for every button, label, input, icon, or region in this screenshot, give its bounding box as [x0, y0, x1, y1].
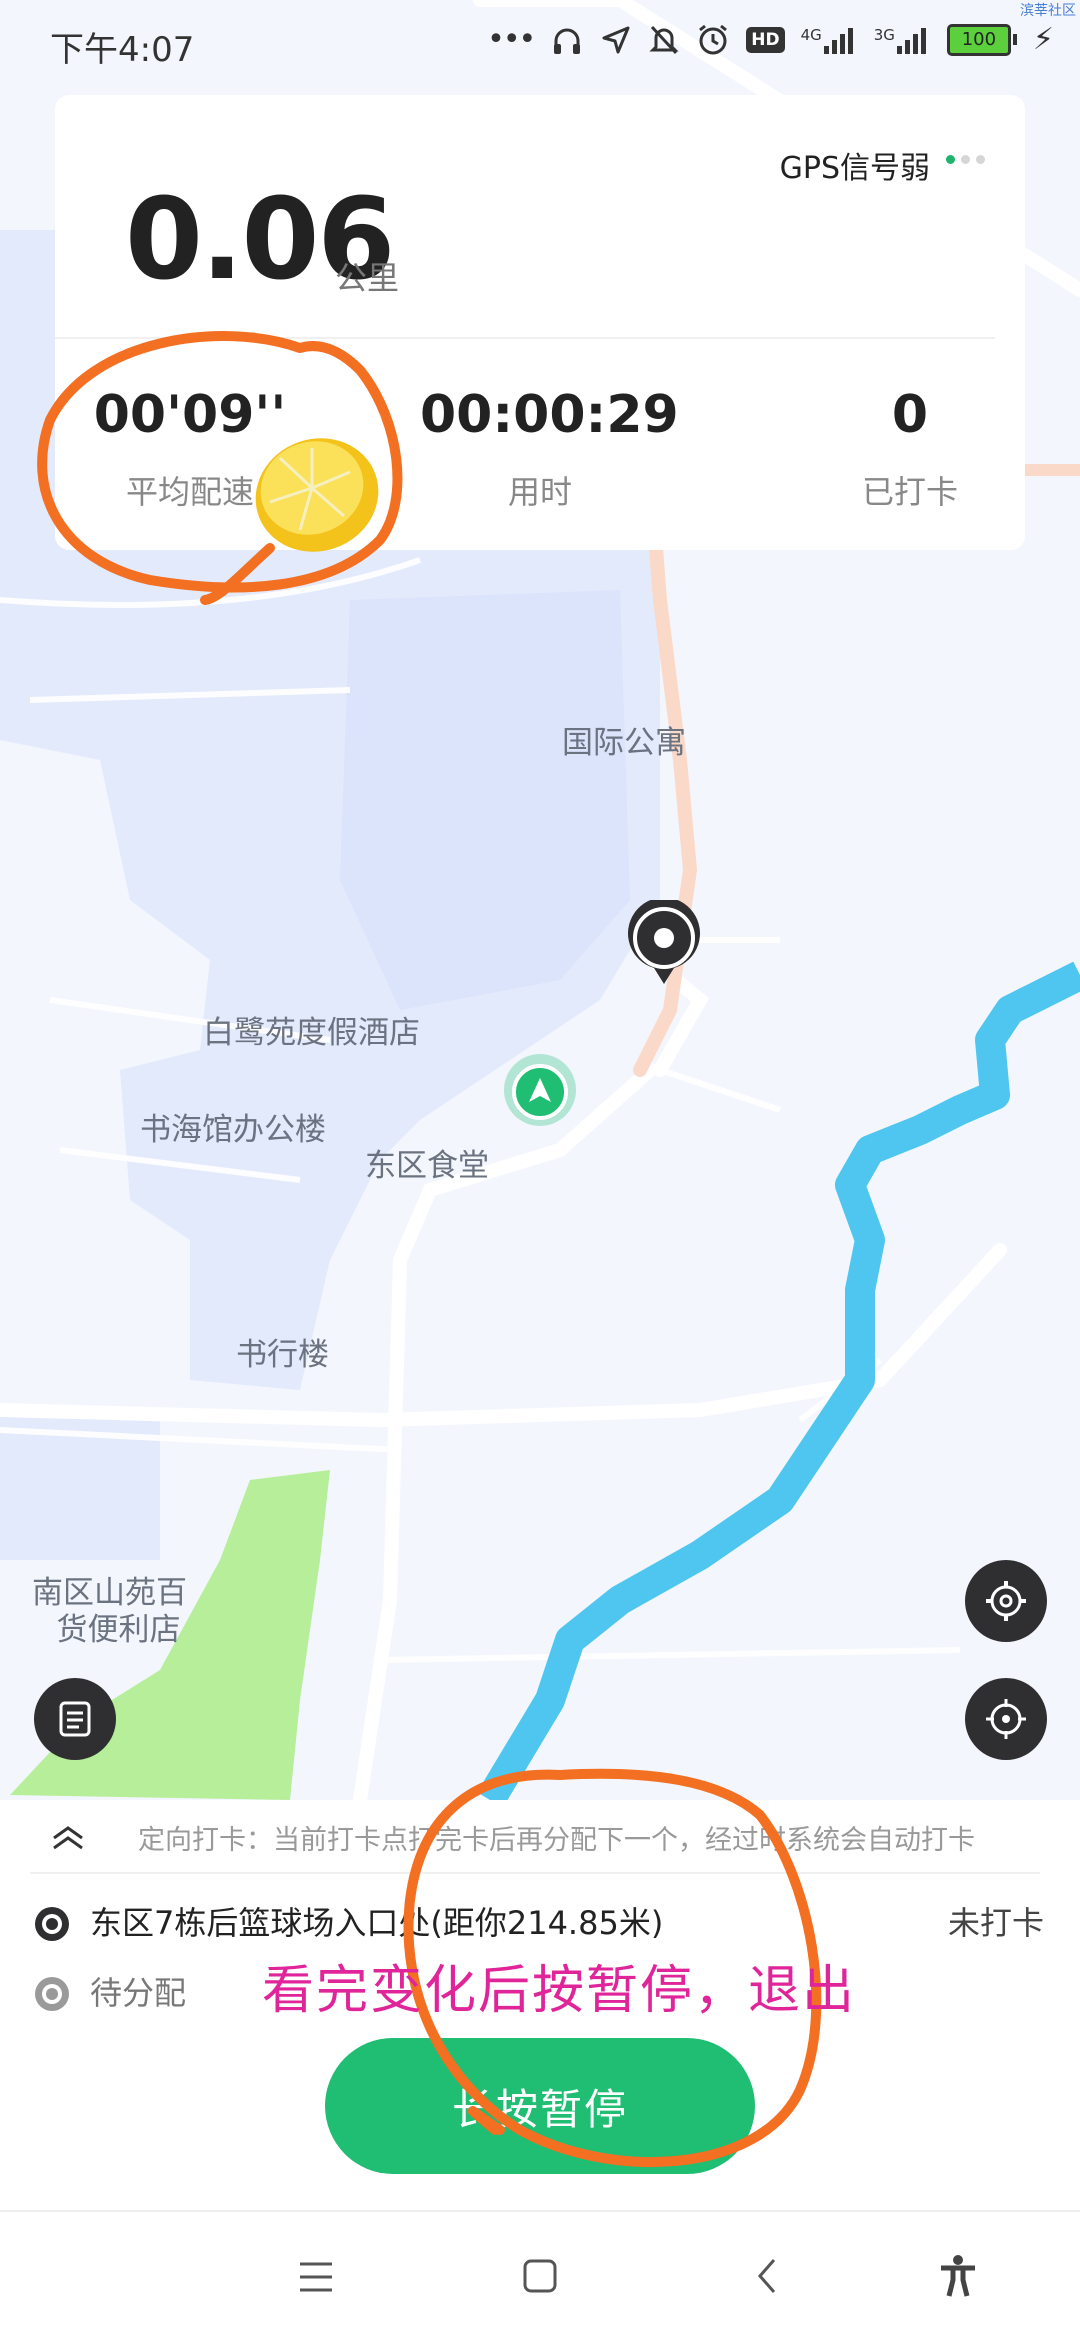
checkpoint-status: 未打卡: [947, 1904, 1044, 1942]
map-label-egret-hotel: 白鹭苑度假酒店: [203, 1015, 420, 1051]
gps-signal-dots-icon: [946, 155, 985, 164]
gps-status-label: GPS信号弱: [779, 151, 930, 186]
signal-3g: 3G: [874, 26, 931, 54]
duration-value: 00:00:29: [420, 385, 679, 445]
status-icons: ••• HD 4G 3G 100 ⚡: [487, 22, 1054, 57]
signal-4g: 4G: [801, 26, 858, 54]
location-arrow-icon: [602, 26, 630, 53]
hint-text: 定向打卡：当前打卡点打完卡后再分配下一个，经过时系统会自动打卡: [138, 1825, 975, 1856]
pending-pin-icon: [35, 1977, 69, 2011]
alarm-clock-icon: [699, 24, 728, 54]
status-bar: 下午4:07 滨莘社区 ••• HD 4G 3G 100 ⚡: [0, 0, 1080, 90]
chevron-up-icon[interactable]: [50, 1822, 86, 1852]
locate-me-button[interactable]: [965, 1678, 1047, 1760]
signal-bars-icon: [896, 27, 926, 54]
target-pin-icon: [35, 1907, 69, 1941]
accessibility-icon[interactable]: [938, 2254, 978, 2298]
document-icon: [59, 1701, 91, 1737]
headphones-icon: [554, 28, 581, 54]
hint-divider: [30, 1872, 1040, 1874]
duration-label: 用时: [507, 473, 572, 511]
hint-row[interactable]: 定向打卡：当前打卡点打完卡后再分配下一个，经过时系统会自动打卡: [0, 1800, 1080, 1870]
map-label-east-canteen: 东区食堂: [365, 1148, 489, 1184]
annotation-instruction-text: 看完变化后按暂停，退出: [262, 1961, 857, 2021]
map-label-shuxing-building: 书行楼: [236, 1337, 329, 1373]
battery-level: 100: [946, 23, 1011, 56]
map-label-store-line2: 货便利店: [56, 1612, 181, 1649]
campus-area: [340, 590, 630, 1010]
checkpoint-pin-icon[interactable]: [624, 900, 704, 990]
menu-icon[interactable]: [298, 2260, 334, 2294]
crosshair-icon: [986, 1699, 1026, 1739]
map-label-store: 南区山苑百 货便利店: [32, 1575, 187, 1649]
current-location-icon: [504, 1054, 576, 1126]
bell-muted-icon: [649, 25, 679, 54]
pace-label: 平均配速: [125, 473, 254, 511]
card-divider: [55, 337, 995, 339]
map-label-international-apartment: 国际公寓: [562, 725, 686, 761]
battery-icon: 100: [946, 23, 1017, 56]
pace-value: 00'09'': [93, 385, 287, 445]
pending-label: 待分配: [90, 1974, 187, 2012]
watermark-text: 滨莘社区: [1020, 3, 1076, 19]
checkpoint-name: 东区7栋后篮球场入口处(距你214.85米): [90, 1904, 664, 1942]
more-dots-icon: •••: [487, 22, 536, 57]
distance-unit: 公里: [335, 259, 400, 297]
hd-badge: HD: [746, 26, 785, 53]
checked-count-label: 已打卡: [861, 473, 958, 511]
map-label-store-line1: 南区山苑百: [32, 1575, 187, 1611]
signal-bars-icon: [823, 27, 853, 54]
show-checkpoint-button[interactable]: [965, 1560, 1047, 1642]
checked-count-value: 0: [891, 385, 929, 445]
status-time: 下午4:07: [50, 30, 195, 70]
long-press-pause-button[interactable]: 长按暂停: [325, 2038, 755, 2174]
network-4g-label: 4G: [800, 25, 822, 44]
home-icon[interactable]: [522, 2258, 558, 2294]
gear-target-icon: [986, 1581, 1026, 1621]
run-stats-card: GPS信号弱 0.06 公里 00'09'' 平均配速 00:00:29 用时 …: [55, 95, 1025, 550]
system-nav-bar: [0, 2210, 1080, 2342]
charging-bolt-icon: ⚡: [1032, 22, 1054, 57]
record-list-button[interactable]: [34, 1678, 116, 1760]
map-label-bookhall-office: 书海馆办公楼: [140, 1112, 326, 1148]
checkpoint-row[interactable]: 东区7栋后篮球场入口处(距你214.85米) 未打卡: [0, 1890, 1080, 1950]
network-3g-label: 3G: [873, 25, 895, 44]
back-icon[interactable]: [752, 2256, 782, 2296]
